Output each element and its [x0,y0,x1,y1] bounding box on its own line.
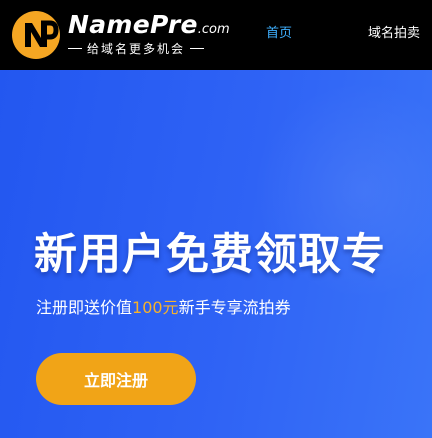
logo-tagline: 给域名更多机会 [68,40,205,57]
top-navbar: NamePre.com 给域名更多机会 首页 域名拍卖 [0,0,432,70]
subtitle-prefix: 注册即送价值 [36,298,133,317]
hero-title: 新用户免费领取专 [34,230,386,280]
nav-home[interactable]: 首页 [266,22,292,41]
logo-wordmark: NamePre.com [68,10,230,39]
hero-banner: 新用户免费领取专 注册即送价值100元新手专享流拍券 立即注册 [0,70,432,438]
site-logo[interactable]: NamePre.com 给域名更多机会 [10,9,235,59]
nav-domain-auction[interactable]: 域名拍卖 [368,22,420,41]
subtitle-amount: 100元 [132,298,179,317]
subtitle-suffix: 新手专享流拍券 [178,298,291,317]
logo-name: NamePre [68,10,198,39]
np-logo-icon [12,11,60,59]
tagline-dash-left [68,48,82,49]
hero-subtitle: 注册即送价值100元新手专享流拍券 [36,294,291,318]
tagline-text: 给域名更多机会 [87,42,186,56]
page: NamePre.com 给域名更多机会 首页 域名拍卖 新用户免费领取专 注册即… [0,0,432,438]
logo-domain: .com [197,22,230,37]
tagline-dash-right [190,48,205,49]
register-now-button[interactable]: 立即注册 [36,353,196,405]
